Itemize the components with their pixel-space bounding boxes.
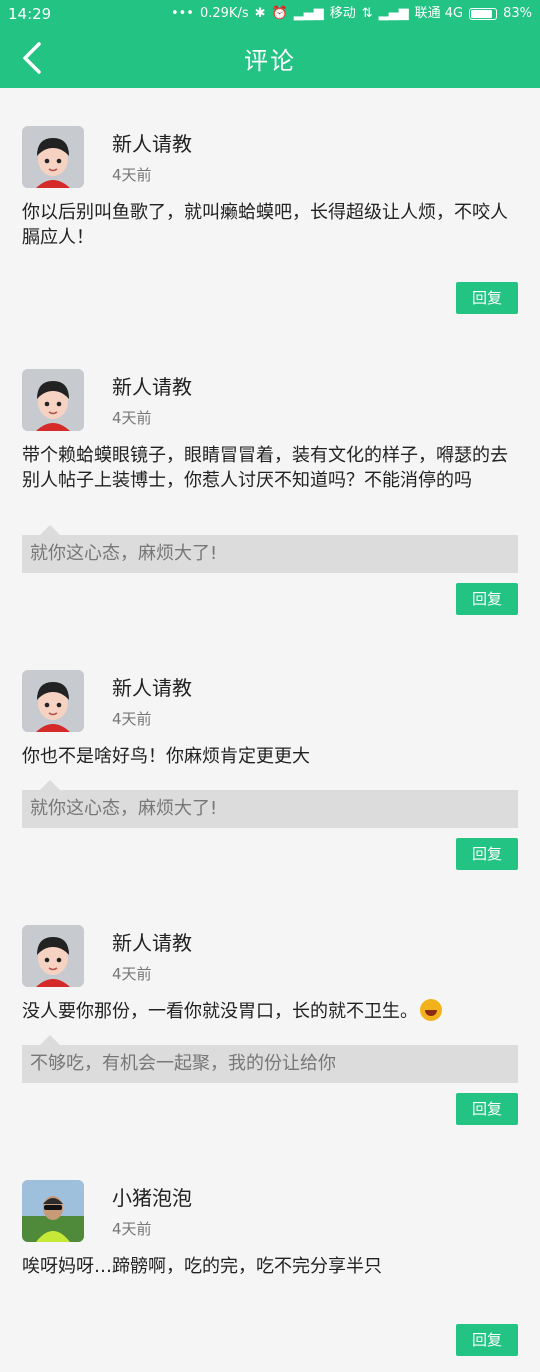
reply-button[interactable]: 回复 bbox=[456, 1324, 518, 1356]
signal-icon: ▂▄▆ bbox=[378, 6, 409, 21]
bluetooth-icon: ✱ bbox=[254, 6, 266, 21]
reply-button[interactable]: 回复 bbox=[456, 282, 518, 314]
data-transfer-icon: ⇅ bbox=[361, 6, 373, 21]
network-speed: 0.29K/s bbox=[199, 6, 249, 21]
avatar[interactable] bbox=[22, 1180, 84, 1242]
comment-text: 带个赖蛤蟆眼镜子，眼睛冒冒着，装有文化的样子，嘚瑟的去别人帖子上装博士，你惹人讨… bbox=[22, 445, 508, 491]
comment-time: 4天前 bbox=[112, 710, 152, 728]
alarm-icon: ⏰ bbox=[271, 6, 288, 21]
comment-list: 新人请教 4天前 你以后别叫鱼歌了，就叫癞蛤蟆吧，长得超级让人烦，不咬人膈应人！… bbox=[0, 88, 540, 1372]
comment-text-content: 没人要你那份，一看你就没胃口，长的就不卫生。 bbox=[22, 1001, 418, 1022]
comment-item: 新人请教 4天前 带个赖蛤蟆眼镜子，眼睛冒冒着，装有文化的样子，嘚瑟的去别人帖子… bbox=[0, 331, 540, 632]
avatar-photo-icon bbox=[22, 1180, 84, 1242]
comment-item: 小猪泡泡 4天前 唉呀妈呀…蹄髈啊，吃的完，吃不完分享半只 回复 bbox=[0, 1142, 540, 1372]
comment-text: 没人要你那份，一看你就没胃口，长的就不卫生。 bbox=[22, 999, 518, 1024]
avatar[interactable] bbox=[22, 126, 84, 188]
avatar-cartoon-icon bbox=[22, 925, 84, 987]
comment-username[interactable]: 小猪泡泡 bbox=[112, 1182, 192, 1211]
avatar-cartoon-icon bbox=[22, 126, 84, 188]
avatar[interactable] bbox=[22, 670, 84, 732]
quoted-reply: 不够吃，有机会一起聚，我的份让给你 bbox=[22, 1035, 518, 1083]
avatar[interactable] bbox=[22, 925, 84, 987]
reply-button[interactable]: 回复 bbox=[456, 838, 518, 870]
comment-time: 4天前 bbox=[112, 409, 152, 427]
carrier-2: 联通 4G bbox=[414, 6, 464, 21]
comment-item: 新人请教 4天前 没人要你那份，一看你就没胃口，长的就不卫生。 不够吃，有机会一… bbox=[0, 887, 540, 1142]
signal-icon: ▂▄▆ bbox=[293, 6, 324, 21]
app-bar: 评论 bbox=[0, 28, 540, 88]
quoted-reply: 就你这心态，麻烦大了! bbox=[22, 525, 518, 573]
avatar[interactable] bbox=[22, 369, 84, 431]
carrier-1: 移动 bbox=[329, 6, 356, 21]
comment-username[interactable]: 新人请教 bbox=[112, 672, 192, 701]
quoted-reply: 就你这心态，麻烦大了! bbox=[22, 780, 518, 828]
battery-icon bbox=[469, 8, 498, 20]
back-arrow-icon bbox=[23, 42, 41, 74]
avatar-cartoon-icon bbox=[22, 369, 84, 431]
more-dots-icon: ••• bbox=[170, 6, 194, 21]
battery-percent: 83% bbox=[503, 6, 532, 21]
comment-time: 4天前 bbox=[112, 166, 152, 184]
reply-button[interactable]: 回复 bbox=[456, 583, 518, 615]
comment-item: 新人请教 4天前 你以后别叫鱼歌了，就叫癞蛤蟆吧，长得超级让人烦，不咬人膈应人！… bbox=[0, 88, 540, 331]
comment-username[interactable]: 新人请教 bbox=[112, 371, 192, 400]
comment-text: 你也不是啥好鸟！你麻烦肯定更更大 bbox=[22, 746, 310, 767]
status-right: ••• 0.29K/s ✱ ⏰ ▂▄▆ 移动 ⇅ ▂▄▆ 联通 4G 83% bbox=[171, 0, 532, 28]
comment-text: 唉呀妈呀…蹄髈啊，吃的完，吃不完分享半只 bbox=[22, 1256, 382, 1277]
status-bar: 14:29 ••• 0.29K/s ✱ ⏰ ▂▄▆ 移动 ⇅ ▂▄▆ 联通 4G… bbox=[0, 0, 540, 28]
comment-time: 4天前 bbox=[112, 1220, 152, 1238]
comment-item: 新人请教 4天前 你也不是啥好鸟！你麻烦肯定更更大 就你这心态，麻烦大了! 回复 bbox=[0, 632, 540, 887]
comment-time: 4天前 bbox=[112, 965, 152, 983]
comment-text: 你以后别叫鱼歌了，就叫癞蛤蟆吧，长得超级让人烦，不咬人膈应人！ bbox=[22, 202, 508, 248]
back-button[interactable] bbox=[12, 38, 52, 78]
avatar-cartoon-icon bbox=[22, 670, 84, 732]
status-time: 14:29 bbox=[8, 5, 52, 23]
comment-username[interactable]: 新人请教 bbox=[112, 128, 192, 157]
laughing-emoji-icon bbox=[420, 999, 442, 1021]
page-title: 评论 bbox=[244, 46, 296, 75]
comment-username[interactable]: 新人请教 bbox=[112, 927, 192, 956]
reply-button[interactable]: 回复 bbox=[456, 1093, 518, 1125]
